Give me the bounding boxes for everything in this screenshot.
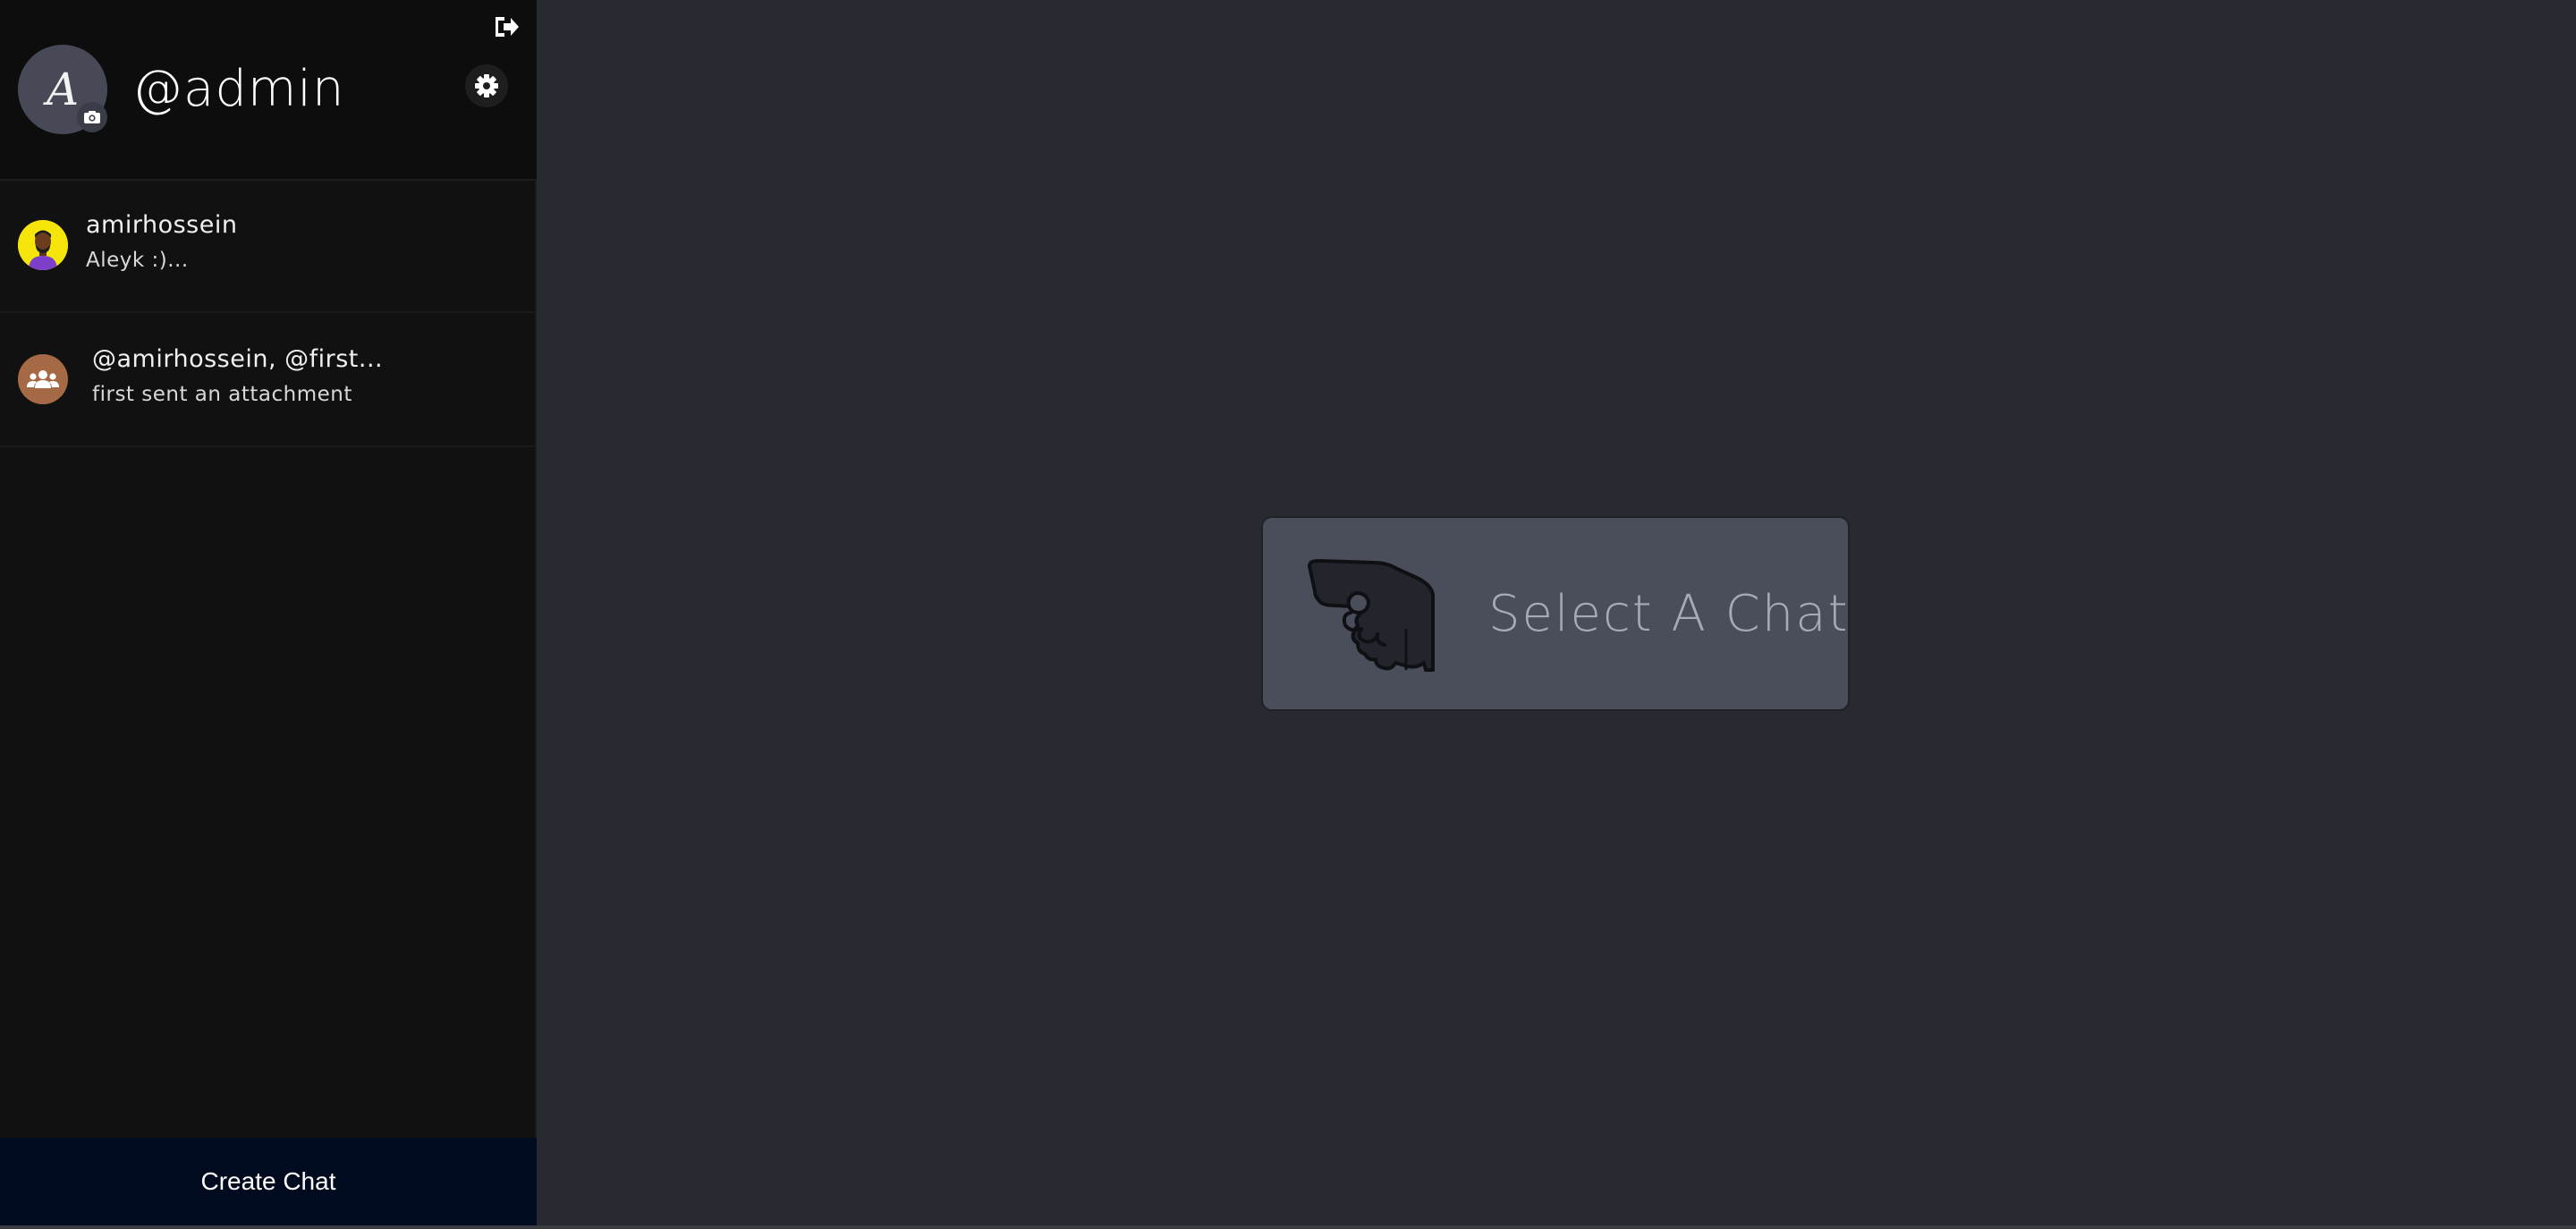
group-icon [27,370,59,388]
create-chat-button[interactable]: Create Chat [0,1138,537,1225]
chat-list-item[interactable]: @amirhossein, @first... first sent an at… [0,315,537,447]
app-window: A @admin amirhossein Aleyk:)... @amirho… [0,0,2576,1229]
change-photo-button[interactable] [77,102,107,132]
logout-button[interactable] [490,13,522,41]
logout-icon [496,17,519,37]
window-bottom-edge [0,1225,2576,1229]
avatar-letter: A [46,64,80,115]
settings-button[interactable] [465,64,508,107]
chat-last-message: Aleyk :)... [86,249,189,272]
gear-icon [475,74,498,97]
chat-avatar [18,220,68,270]
user-avatar[interactable]: A [18,45,107,134]
chat-area: Select A Chat [537,0,2576,1229]
pointing-hand-icon [1308,559,1435,672]
select-chat-placeholder: Select A Chat [1261,516,1850,711]
sidebar: A @admin amirhossein Aleyk:)... @amirho… [0,0,537,1225]
select-chat-text: Select A Chat [1488,585,1850,643]
person-avatar-icon [18,220,68,270]
username: @admin [132,60,345,118]
chat-name: @amirhossein, @first... [92,345,384,373]
chat-last-message: first sent an attachment [92,383,352,406]
chat-name: amirhossein [86,211,238,239]
chat-list-item[interactable]: amirhossein Aleyk :)... [0,181,537,313]
profile-header: A @admin [0,0,537,181]
camera-icon [84,111,100,123]
chat-avatar [18,354,68,404]
